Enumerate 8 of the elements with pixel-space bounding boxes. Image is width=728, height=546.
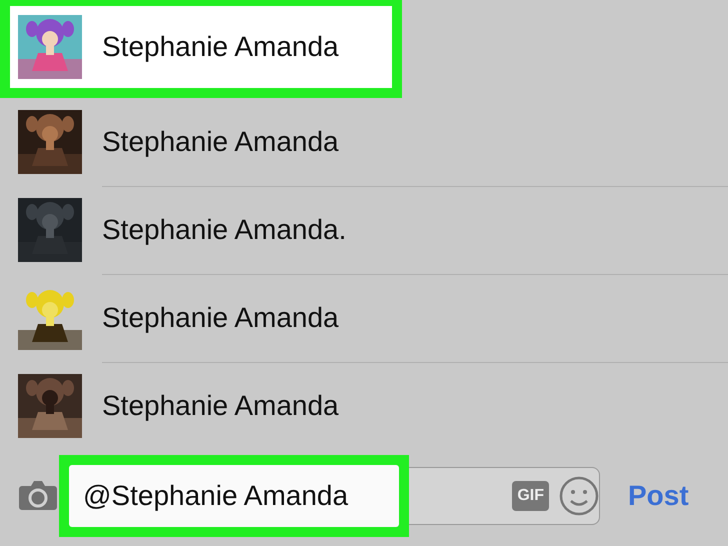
suggestion-item[interactable]: Stephanie Amanda <box>0 362 728 445</box>
camera-icon[interactable] <box>18 480 58 512</box>
gif-button[interactable]: GIF <box>512 480 549 510</box>
comment-field[interactable]: @Stephanie Amanda <box>69 464 399 526</box>
suggestion-item[interactable]: Stephanie Amanda <box>0 0 402 98</box>
emoji-icon[interactable] <box>559 476 599 516</box>
contact-name: Stephanie Amanda <box>102 389 340 423</box>
contact-name: Stephanie Amanda <box>102 30 340 64</box>
